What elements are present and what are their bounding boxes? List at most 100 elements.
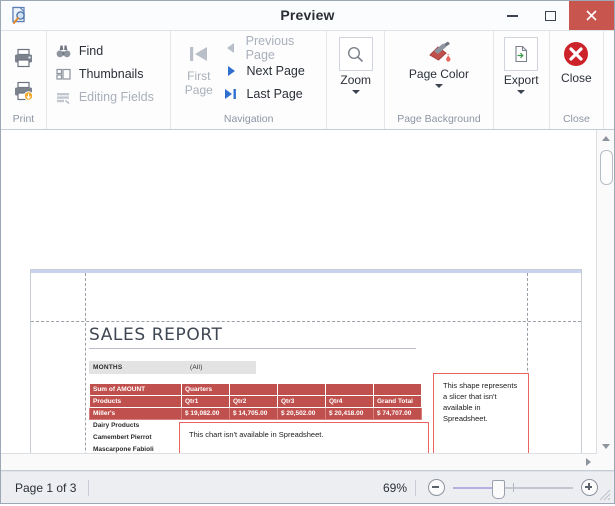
pivot-cell: $ 19,082.00 [182, 408, 230, 420]
ribbon-group-title-page-background: Page Background [385, 111, 492, 129]
zoom-out-button[interactable] [428, 479, 445, 496]
scroll-down-button[interactable] [597, 438, 614, 454]
scroll-up-button[interactable] [597, 130, 614, 146]
margin-guide-top [31, 321, 581, 322]
pivot-cell: $ 20,502.00 [278, 408, 326, 420]
zoom-divider [415, 480, 416, 496]
pivot-cell: $ 14,705.00 [230, 408, 278, 420]
page-color-label: Page Color [409, 68, 469, 81]
printer-quick-icon [13, 81, 34, 101]
ribbon-group-title-print: Print [1, 111, 46, 129]
pivot-column-axis-label: Quarters [182, 384, 230, 396]
page-color-button[interactable]: Page Color [409, 39, 469, 88]
pivot-cell: $ 20,418.00 [326, 408, 374, 420]
thumbnails-button[interactable]: Thumbnails [55, 64, 144, 85]
last-page-icon [224, 87, 238, 101]
ribbon-toolbar: Print Find [1, 31, 614, 130]
ribbon-filler [603, 31, 614, 129]
export-button[interactable] [504, 37, 538, 71]
status-divider [88, 480, 89, 496]
pivot-qtr1-header: Qtr1 [182, 396, 230, 408]
chevron-down-icon[interactable] [352, 90, 360, 94]
pivot-grandtotal-header: Grand Total [374, 396, 422, 408]
previous-page-button[interactable]: Previous Page [224, 37, 322, 58]
close-preview-button[interactable]: Close [561, 39, 592, 85]
zoom-slider-fill [453, 487, 497, 489]
first-page-label-l1: First [187, 69, 210, 83]
months-filter[interactable]: MONTHS (All) [89, 361, 256, 374]
chevron-right-icon [586, 458, 591, 466]
previous-page-label: Previous Page [246, 34, 323, 62]
margin-guide-left [85, 273, 86, 471]
pivot-cell-total: $ 74,707.00 [374, 408, 422, 420]
maximize-button[interactable] [531, 1, 569, 30]
find-label: Find [79, 44, 103, 58]
editing-fields-label: Editing Fields [79, 90, 154, 104]
find-button[interactable]: Find [55, 41, 103, 62]
pivot-qtr2-header: Qtr2 [230, 396, 278, 408]
printer-icon [13, 48, 34, 68]
pivot-corner-label: Sum of AMOUNT [90, 384, 182, 396]
navigation-links: Previous Page Next Page [224, 35, 322, 104]
chevron-down-icon[interactable] [435, 84, 443, 88]
months-filter-value[interactable]: (All) [186, 361, 256, 374]
ribbon-group-close: Close Close [549, 31, 603, 129]
chevron-down-icon[interactable] [517, 90, 525, 94]
zoom-button[interactable] [339, 37, 373, 71]
chevron-up-icon [602, 136, 610, 141]
ribbon-group-find: Find Thumbnails [46, 31, 170, 129]
zoom-slider-thumb[interactable] [492, 480, 505, 499]
page-title: SALES REPORT [89, 325, 416, 349]
paint-bucket-icon [424, 39, 454, 65]
months-filter-label: MONTHS [89, 361, 186, 374]
next-page-icon [224, 64, 238, 78]
ribbon-group-title-find [47, 111, 170, 129]
maximize-icon [545, 11, 556, 21]
pivot-header-row-1: Sum of AMOUNT Quarters [90, 384, 422, 396]
close-preview-label: Close [561, 72, 592, 85]
horizontal-scrollbar[interactable] [1, 453, 597, 470]
editing-fields-button[interactable]: Editing Fields [55, 87, 154, 108]
ribbon-group-navigation: First Page Previous Page Next Pag [170, 31, 326, 129]
binoculars-icon [55, 43, 72, 60]
pivot-row-axis-label: Products [90, 396, 182, 408]
first-page-button[interactable]: First Page [175, 35, 222, 97]
next-page-label: Next Page [246, 64, 304, 78]
document-preview-area[interactable]: SALES REPORT MONTHS (All) Sum of AMOUNT … [1, 130, 614, 471]
ribbon-group-title-zoom [327, 111, 384, 129]
magnifier-icon [346, 45, 365, 64]
zoom-in-button[interactable] [581, 479, 598, 496]
print-button[interactable] [8, 44, 38, 72]
vertical-scroll-thumb[interactable] [600, 150, 613, 185]
quick-print-button[interactable] [8, 77, 38, 105]
close-circle-icon [562, 39, 590, 69]
zoom-slider-tick [513, 483, 514, 492]
thumbnails-icon [55, 66, 72, 83]
minimize-button[interactable] [493, 1, 531, 30]
first-page-icon [186, 39, 212, 69]
last-page-label: Last Page [246, 87, 302, 101]
resize-grip[interactable] [599, 488, 611, 500]
ribbon-group-zoom: Zoom [326, 31, 384, 129]
title-bar: Preview [1, 1, 614, 31]
status-bar: Page 1 of 3 69% [1, 471, 614, 503]
pivot-qtr4-header: Qtr4 [326, 396, 374, 408]
ribbon-group-title-export [494, 111, 549, 129]
last-page-button[interactable]: Last Page [224, 83, 322, 104]
vertical-scrollbar[interactable] [596, 130, 614, 470]
pivot-header-row-2: Products Qtr1 Qtr2 Qtr3 Qtr4 Grand Total [90, 396, 422, 408]
zoom-percent-label: 69% [373, 481, 407, 495]
scroll-right-button[interactable] [580, 454, 597, 470]
ribbon-group-title-navigation: Navigation [171, 111, 326, 129]
thumbnails-label: Thumbnails [79, 67, 144, 81]
previous-page-icon [224, 41, 237, 55]
zoom-slider[interactable] [453, 472, 573, 503]
pivot-row-label: Dairy Products [90, 420, 182, 432]
next-page-button[interactable]: Next Page [224, 60, 322, 81]
close-window-button[interactable] [569, 1, 614, 30]
chevron-down-icon [602, 444, 610, 449]
slicer-placeholder-text: This shape represents a slicer that isn'… [443, 381, 517, 423]
minimize-icon [507, 15, 518, 17]
pivot-row-label: Camembert Pierrot [90, 432, 182, 444]
table-row: Miller's $ 19,082.00 $ 14,705.00 $ 20,50… [90, 408, 422, 420]
